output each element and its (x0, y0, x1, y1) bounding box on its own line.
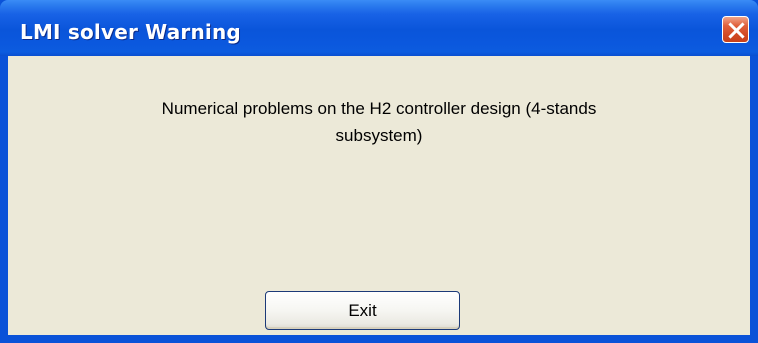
warning-dialog-window: LMI solver Warning Numerical problems on… (0, 0, 758, 343)
window-title: LMI solver Warning (20, 20, 241, 44)
warning-message-line-2: subsystem) (335, 126, 423, 145)
close-icon (728, 22, 745, 39)
exit-button[interactable]: Exit (265, 291, 460, 330)
warning-message: Numerical problems on the H2 controller … (8, 95, 750, 149)
title-bar[interactable]: LMI solver Warning (0, 0, 758, 56)
close-button[interactable] (722, 16, 749, 43)
warning-message-line-1: Numerical problems on the H2 controller … (161, 99, 597, 118)
